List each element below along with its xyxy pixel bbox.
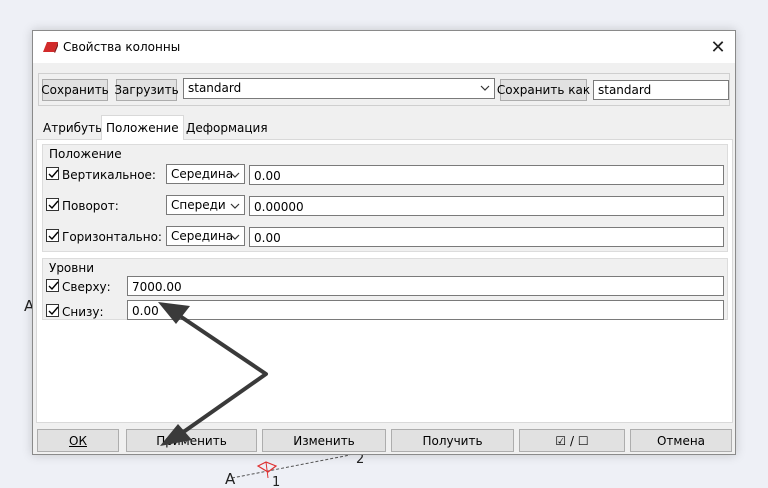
vertical-select-value: Середина	[171, 167, 234, 181]
cancel-button[interactable]: Отмена	[630, 429, 732, 452]
ok-button[interactable]: ОК	[37, 429, 119, 452]
chevron-down-icon	[230, 234, 240, 240]
modify-button[interactable]: Изменить	[262, 429, 386, 452]
rotation-select-value: Спереди	[171, 198, 226, 212]
gridline-label-a-bottom: A	[225, 470, 236, 488]
preset-combobox-value: standard	[188, 81, 242, 95]
bottom-level-field[interactable]: 0.00	[127, 300, 724, 320]
rotation-checkbox[interactable]	[46, 198, 59, 211]
column-properties-dialog: Свойства колонны ✕ Сохранить Загрузить s…	[32, 30, 736, 455]
close-icon: ✕	[710, 36, 726, 58]
vertical-offset-field[interactable]: 0.00	[249, 165, 724, 185]
position-group: Положение Вертикальное: Середина 0.00 По…	[42, 144, 728, 252]
chevron-down-icon	[480, 85, 490, 91]
top-level-field[interactable]: 7000.00	[127, 276, 724, 296]
vertical-select[interactable]: Середина	[166, 164, 245, 184]
preset-toolbar: Сохранить Загрузить standard Сохранить к…	[38, 73, 730, 106]
position-tab-panel: Положение Вертикальное: Середина 0.00 По…	[36, 139, 733, 423]
rotation-select[interactable]: Спереди	[166, 195, 245, 215]
horizontal-checkbox[interactable]	[46, 229, 59, 242]
load-button[interactable]: Загрузить	[114, 79, 179, 101]
tab-attributes[interactable]: Атрибуты	[39, 117, 109, 139]
column-app-icon	[43, 42, 58, 53]
check-icon	[48, 231, 59, 241]
top-level-checkbox[interactable]	[46, 279, 59, 292]
horizontal-select-value: Середина	[171, 229, 234, 243]
top-level-label: Сверху:	[62, 280, 111, 294]
check-icon	[48, 306, 59, 316]
preset-combobox[interactable]: standard	[183, 78, 495, 99]
save-as-button[interactable]: Сохранить как	[497, 79, 590, 101]
gridline-label-1: 1	[272, 475, 281, 488]
toggle-all-button[interactable]: ☑ / ☐	[519, 429, 625, 452]
dialog-title: Свойства колонны	[63, 40, 181, 54]
vertical-checkbox[interactable]	[46, 167, 59, 180]
rotation-label: Поворот:	[62, 199, 119, 213]
horizontal-select[interactable]: Середина	[166, 226, 245, 246]
chevron-down-icon	[230, 172, 240, 178]
tab-position[interactable]: Положение	[101, 115, 184, 140]
check-icon	[48, 200, 59, 210]
horizontal-label: Горизонтально:	[62, 230, 162, 244]
position-group-title: Положение	[49, 147, 122, 161]
levels-group: Уровни Сверху: 7000.00 Снизу: 0.00	[42, 258, 728, 320]
check-icon	[48, 169, 59, 179]
chevron-down-icon	[230, 203, 240, 209]
rotation-angle-field[interactable]: 0.00000	[249, 196, 724, 216]
vertical-label: Вертикальное:	[62, 168, 156, 182]
tab-deformation[interactable]: Деформация	[182, 117, 272, 139]
apply-button[interactable]: Применить	[126, 429, 257, 452]
close-button[interactable]: ✕	[701, 31, 735, 63]
title-bar: Свойства колонны ✕	[33, 31, 735, 63]
levels-group-title: Уровни	[49, 261, 94, 275]
bottom-level-checkbox[interactable]	[46, 304, 59, 317]
bottom-level-label: Снизу:	[62, 305, 104, 319]
save-as-name-input[interactable]: standard	[593, 80, 729, 100]
horizontal-offset-field[interactable]: 0.00	[249, 227, 724, 247]
check-icon	[48, 281, 59, 291]
save-button[interactable]: Сохранить	[41, 79, 109, 101]
get-button[interactable]: Получить	[391, 429, 514, 452]
